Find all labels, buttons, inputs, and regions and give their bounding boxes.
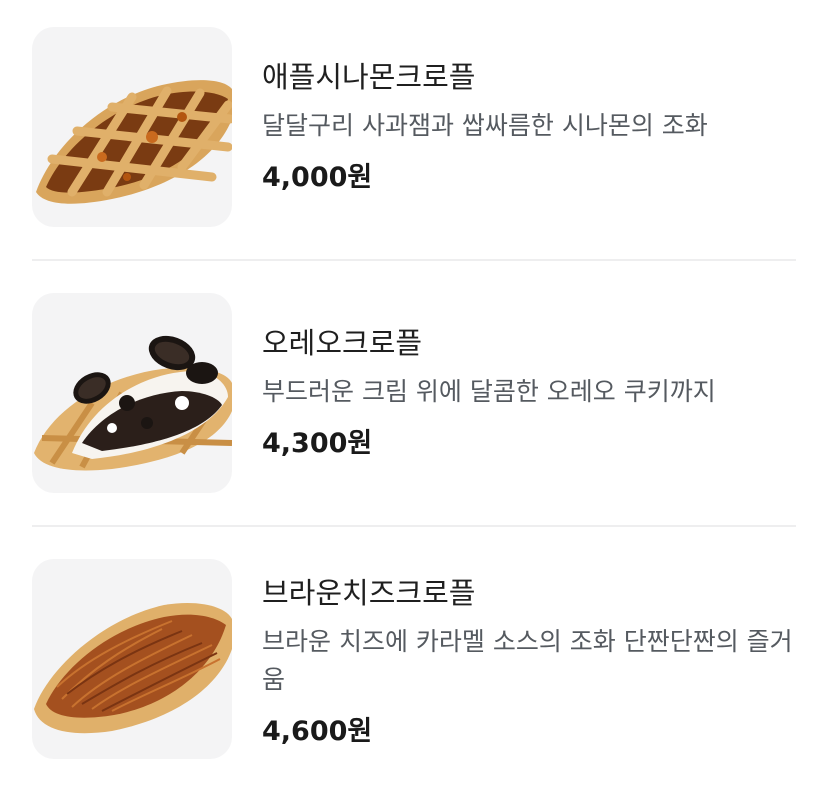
menu-item-apple-cinnamon-croffle[interactable]: 애플시나몬크로플 달달구리 사과잼과 쌉싸름한 시나몬의 조화 4,000원: [32, 27, 796, 227]
menu-item-name: 애플시나몬크로플: [262, 60, 476, 94]
menu-item-brown-cheese-croffle[interactable]: 브라운치즈크로플 브라운 치즈에 카라멜 소스의 조화 단짠단짠의 즐거움 4,…: [32, 559, 796, 759]
menu-item-info: 브라운치즈크로플 브라운 치즈에 카라멜 소스의 조화 단짠단짠의 즐거움 4,…: [262, 573, 796, 751]
menu-item-name: 브라운치즈크로플: [262, 576, 476, 610]
menu-list: 애플시나몬크로플 달달구리 사과잼과 쌉싸름한 시나몬의 조화 4,000원 오…: [0, 0, 828, 791]
oreo-croffle-image: [32, 293, 232, 493]
menu-item-price: 4,300원: [262, 428, 373, 459]
brown-cheese-croffle-image: [32, 559, 232, 759]
menu-item-oreo-croffle[interactable]: 오레오크로플 부드러운 크림 위에 달콤한 오레오 쿠키까지 4,300원: [32, 293, 796, 493]
apple-cinnamon-croffle-image: [32, 27, 232, 227]
divider: [32, 525, 796, 527]
menu-item-info: 오레오크로플 부드러운 크림 위에 달콤한 오레오 쿠키까지 4,300원: [262, 323, 796, 463]
divider: [32, 259, 796, 261]
menu-item-description: 달달구리 사과잼과 쌉싸름한 시나몬의 조화: [262, 111, 708, 140]
menu-item-price: 4,000원: [262, 162, 373, 193]
menu-item-description: 브라운 치즈에 카라멜 소스의 조화 단짠단짠의 즐거움: [262, 627, 793, 694]
menu-item-name: 오레오크로플: [262, 326, 423, 360]
menu-item-description: 부드러운 크림 위에 달콤한 오레오 쿠키까지: [262, 377, 716, 406]
menu-item-info: 애플시나몬크로플 달달구리 사과잼과 쌉싸름한 시나몬의 조화 4,000원: [262, 57, 796, 197]
menu-item-price: 4,600원: [262, 716, 373, 747]
